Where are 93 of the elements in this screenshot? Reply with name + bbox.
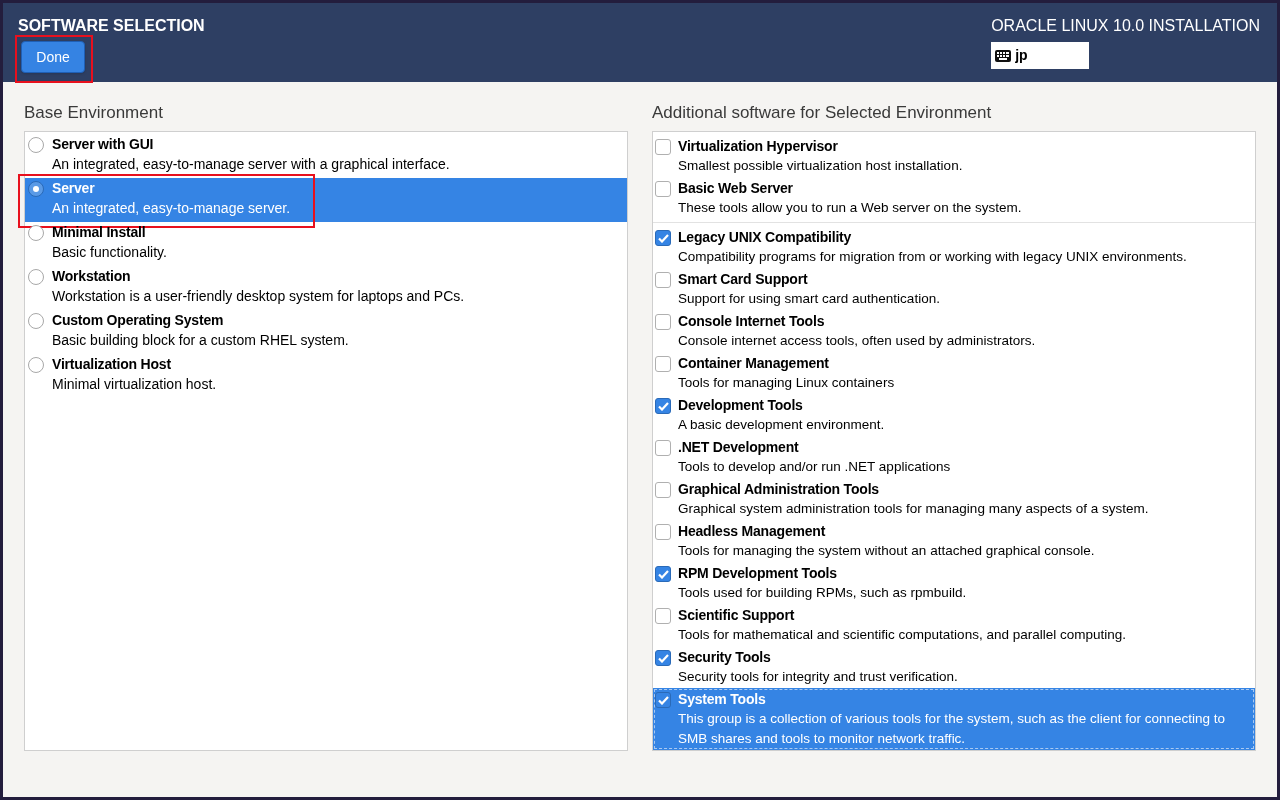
checkbox[interactable] (655, 440, 671, 456)
checkbox[interactable] (655, 482, 671, 498)
addon-option[interactable]: Virtualization Hypervisor Smallest possible virtualization host installation. (653, 135, 1255, 177)
environment-option[interactable]: Server An integrated, easy-to-manage server. (25, 178, 627, 222)
checkbox[interactable] (655, 139, 671, 155)
option-description: Smallest possible virtualization host installation. (678, 157, 964, 175)
option-title: Smart Card Support (678, 270, 809, 289)
option-description: Minimal virtualization host. (52, 375, 217, 394)
option-title: Development Tools (678, 396, 804, 415)
section-heading: Additional software for Selected Environment (652, 102, 993, 124)
option-title: Legacy UNIX Compatibility (678, 228, 853, 247)
addon-option[interactable]: Development Tools A basic development environment. (653, 394, 1255, 436)
addon-option[interactable]: Security Tools Security tools for integrity and trust verification. (653, 646, 1255, 688)
environment-option[interactable]: Custom Operating System Basic building block for a custom RHEL system. (25, 310, 627, 354)
option-description: These tools allow you to run a Web server on the system. (678, 199, 1023, 217)
checkbox[interactable] (655, 650, 671, 666)
checkbox[interactable] (655, 230, 671, 246)
addon-option[interactable]: System Tools This group is a collection of various tools for the system, such as the client for connecting to SMB shares and tools to monitor network traffic. (653, 688, 1255, 750)
environment-option[interactable]: Server with GUI An integrated, easy-to-manage server with a graphical interface. (25, 134, 627, 178)
addon-option[interactable]: Legacy UNIX Compatibility Compatibility programs for migration from or working with legacy UNIX environments. (653, 226, 1255, 268)
checkbox[interactable] (655, 524, 671, 540)
option-description: Tools to develop and/or run .NET applications (678, 458, 952, 476)
checkbox[interactable] (655, 181, 671, 197)
option-title: Server with GUI (52, 135, 155, 154)
option-description: Basic building block for a custom RHEL system. (52, 331, 349, 350)
option-description: Basic functionality. (52, 243, 167, 262)
radio-button[interactable] (28, 313, 44, 329)
checkmark-icon (657, 401, 669, 411)
keyboard-icon (995, 49, 1012, 62)
page-title: SOFTWARE SELECTION (18, 16, 205, 36)
done-button[interactable]: Done (21, 41, 85, 73)
checkmark-icon (657, 233, 669, 243)
option-description: Tools for managing the system without an attached graphical console. (678, 542, 1096, 560)
radio-button[interactable] (28, 269, 44, 285)
option-description: An integrated, easy-to-manage server with a graphical interface. (52, 155, 450, 174)
addon-option[interactable]: Graphical Administration Tools Graphical system administration tools for managing many aspects of a system. (653, 478, 1255, 520)
option-title: Headless Management (678, 522, 827, 541)
option-description: Compatibility programs for migration from or working with legacy UNIX environments. (678, 248, 1188, 266)
radio-button[interactable] (28, 357, 44, 373)
checkbox[interactable] (655, 608, 671, 624)
option-title: Scientific Support (678, 606, 796, 625)
environment-option[interactable]: Virtualization Host Minimal virtualization host. (25, 354, 627, 398)
checkbox[interactable] (655, 272, 671, 288)
option-description: A basic development environment. (678, 416, 886, 434)
option-title: Minimal Install (52, 223, 147, 242)
option-description: An integrated, easy-to-manage server. (52, 199, 291, 218)
checkbox[interactable] (655, 566, 671, 582)
addon-option[interactable]: RPM Development Tools Tools used for building RPMs, such as rpmbuild. (653, 562, 1255, 604)
option-title: Virtualization Hypervisor (678, 137, 839, 156)
option-title: .NET Development (678, 438, 800, 457)
keyboard-layout-indicator[interactable]: jp (991, 42, 1090, 69)
option-title: Console Internet Tools (678, 312, 826, 331)
option-title: Container Management (678, 354, 830, 373)
addon-option[interactable]: Console Internet Tools Console internet access tools, often used by administrators. (653, 310, 1255, 352)
option-title: Workstation (52, 267, 132, 286)
option-title: Graphical Administration Tools (678, 480, 880, 499)
option-description: Tools used for building RPMs, such as rpmbuild. (678, 584, 968, 602)
checkbox[interactable] (655, 692, 671, 708)
option-title: Basic Web Server (678, 179, 794, 198)
environment-option[interactable]: Workstation Workstation is a user-friendly desktop system for laptops and PCs. (25, 266, 627, 310)
environment-option[interactable]: Minimal Install Basic functionality. (25, 222, 627, 266)
radio-button[interactable] (28, 137, 44, 153)
option-description: Graphical system administration tools for managing many aspects of a system. (678, 500, 1150, 518)
section-heading: Base Environment (24, 102, 164, 124)
addon-option[interactable]: Scientific Support Tools for mathematical and scientific computations, and parallel computing. (653, 604, 1255, 646)
option-title: Virtualization Host (52, 355, 172, 374)
option-description: Workstation is a user-friendly desktop system for laptops and PCs. (52, 287, 465, 306)
addon-option[interactable]: .NET Development Tools to develop and/or run .NET applications (653, 436, 1255, 478)
addon-option[interactable]: Headless Management Tools for managing the system without an attached graphical console. (653, 520, 1255, 562)
option-title: Security Tools (678, 648, 772, 667)
option-title: System Tools (678, 690, 767, 709)
addon-option[interactable]: Smart Card Support Support for using smart card authentication. (653, 268, 1255, 310)
option-description: Security tools for integrity and trust verification. (678, 668, 959, 686)
checkmark-icon (657, 653, 669, 663)
option-title: Server (52, 179, 96, 198)
option-description: Support for using smart card authentication. (678, 290, 941, 308)
option-description: This group is a collection of various tools for the system, such as the client for connecting to SMB shares and tools to monitor network traffic. (678, 710, 1227, 748)
checkbox[interactable] (655, 398, 671, 414)
radio-button[interactable] (28, 225, 44, 241)
option-title: Custom Operating System (52, 311, 225, 330)
checkbox[interactable] (655, 314, 671, 330)
addon-option[interactable]: Container Management Tools for managing Linux containers (653, 352, 1255, 394)
checkbox[interactable] (655, 356, 671, 372)
option-description: Console internet access tools, often used by administrators. (678, 332, 1037, 350)
checkmark-icon (657, 569, 669, 579)
keyboard-layout-label: jp (1015, 46, 1028, 65)
radio-button[interactable] (28, 181, 44, 197)
addon-option[interactable]: Basic Web Server These tools allow you to run a Web server on the system. (653, 177, 1255, 219)
option-description: Tools for managing Linux containers (678, 374, 896, 392)
product-title: ORACLE LINUX 10.0 INSTALLATION (991, 16, 1261, 36)
option-description: Tools for mathematical and scientific computations, and parallel computing. (678, 626, 1127, 644)
option-title: RPM Development Tools (678, 564, 838, 583)
checkmark-icon (657, 695, 669, 705)
